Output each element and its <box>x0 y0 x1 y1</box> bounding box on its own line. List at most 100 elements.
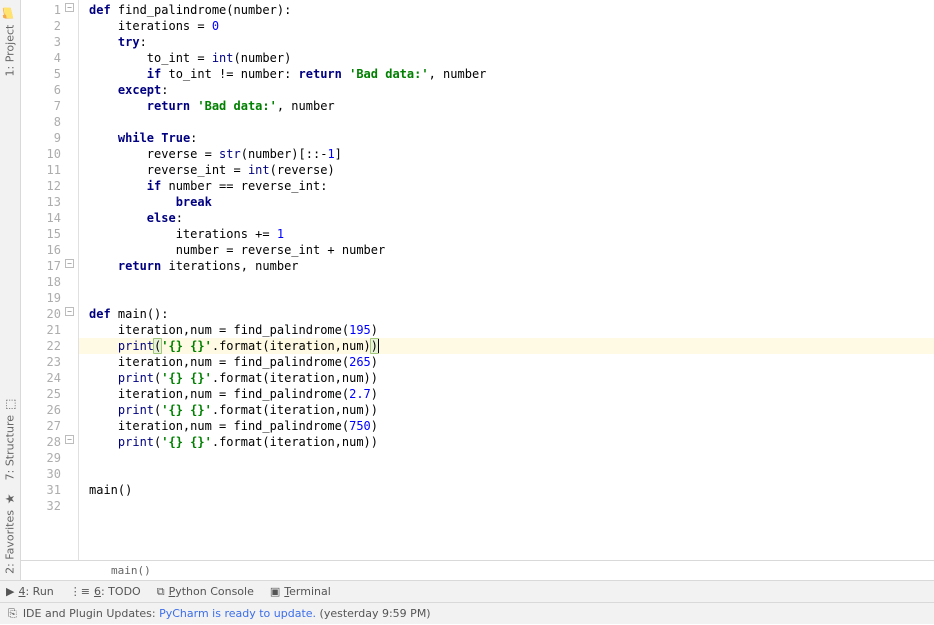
code-editor[interactable]: 1234567891011121314151617181920212223242… <box>21 0 934 560</box>
left-tool-strip: 1: Project 📁 7: Structure ⬚ 2: Favorites… <box>0 0 21 580</box>
line-number[interactable]: 24 <box>27 370 63 386</box>
line-number[interactable]: 14 <box>27 210 63 226</box>
event-log-icon[interactable]: ⎘ <box>8 607 17 621</box>
code-line[interactable]: return iterations, number <box>89 258 934 274</box>
structure-icon: ⬚ <box>3 397 17 411</box>
fold-row <box>65 400 78 416</box>
line-number[interactable]: 30 <box>27 466 63 482</box>
line-number[interactable]: 6 <box>27 82 63 98</box>
line-number[interactable]: 18 <box>27 274 63 290</box>
toolwindow-button[interactable]: ⋮≡6: TODO <box>70 585 141 598</box>
line-number[interactable]: 8 <box>27 114 63 130</box>
toolwindow-icon: ▶ <box>6 585 14 598</box>
code-line[interactable]: if to_int != number: return 'Bad data:',… <box>89 66 934 82</box>
code-line[interactable]: reverse = str(number)[::-1] <box>89 146 934 162</box>
line-number[interactable]: 1 <box>27 2 63 18</box>
fold-row: − <box>65 304 78 320</box>
code-line[interactable] <box>89 290 934 306</box>
fold-column[interactable]: − − − − <box>65 0 79 560</box>
line-number[interactable]: 2 <box>27 18 63 34</box>
code-line[interactable]: iterations += 1 <box>89 226 934 242</box>
line-number[interactable]: 11 <box>27 162 63 178</box>
sidebar-item-favorites[interactable]: 2: Favorites ★ <box>1 486 19 580</box>
token: if <box>147 179 169 193</box>
line-number[interactable]: 7 <box>27 98 63 114</box>
sidebar-item-project[interactable]: 1: Project 📁 <box>1 0 19 83</box>
fold-row <box>65 320 78 336</box>
line-number[interactable]: 13 <box>27 194 63 210</box>
fold-row <box>65 160 78 176</box>
code-line[interactable]: iterations = 0 <box>89 18 934 34</box>
token: while <box>118 131 161 145</box>
breadcrumb[interactable]: main() <box>21 560 934 580</box>
line-number[interactable]: 3 <box>27 34 63 50</box>
token: : <box>140 35 147 49</box>
line-number[interactable]: 26 <box>27 402 63 418</box>
toolwindow-button[interactable]: ▣Terminal <box>270 585 331 598</box>
code-line[interactable]: except: <box>89 82 934 98</box>
code-line[interactable]: def find_palindrome(number): <box>89 2 934 18</box>
fold-row <box>65 112 78 128</box>
line-number[interactable]: 21 <box>27 322 63 338</box>
code-line[interactable]: if number == reverse_int: <box>89 178 934 194</box>
line-number[interactable]: 31 <box>27 482 63 498</box>
code-line[interactable] <box>89 498 934 514</box>
token: iteration,num = find_palindrome( <box>118 355 349 369</box>
toolwindow-button[interactable]: ⧉Python Console <box>157 585 254 599</box>
token: def <box>89 307 118 321</box>
line-number[interactable]: 15 <box>27 226 63 242</box>
code-line[interactable]: while True: <box>89 130 934 146</box>
code-line[interactable]: iteration,num = find_palindrome(750) <box>89 418 934 434</box>
token: .format(iteration,num)) <box>212 371 378 385</box>
line-number[interactable]: 27 <box>27 418 63 434</box>
line-number[interactable]: 5 <box>27 66 63 82</box>
code-line[interactable] <box>89 466 934 482</box>
code-line[interactable]: number = reverse_int + number <box>89 242 934 258</box>
fold-toggle-icon[interactable]: − <box>65 259 74 268</box>
code-line[interactable] <box>89 450 934 466</box>
code-line[interactable]: print('{} {}'.format(iteration,num)) <box>89 370 934 386</box>
fold-row <box>65 416 78 432</box>
code-line[interactable]: main() <box>89 482 934 498</box>
line-number[interactable]: 20 <box>27 306 63 322</box>
line-number[interactable]: 17 <box>27 258 63 274</box>
line-number[interactable]: 25 <box>27 386 63 402</box>
fold-toggle-icon[interactable]: − <box>65 3 74 12</box>
code-line[interactable]: def main(): <box>89 306 934 322</box>
update-link[interactable]: PyCharm is ready to update. <box>159 607 316 620</box>
code-line[interactable]: print('{} {}'.format(iteration,num)) <box>89 402 934 418</box>
line-number[interactable]: 12 <box>27 178 63 194</box>
code-line[interactable]: to_int = int(number) <box>89 50 934 66</box>
line-number[interactable]: 23 <box>27 354 63 370</box>
fold-row <box>65 64 78 80</box>
line-number[interactable]: 32 <box>27 498 63 514</box>
line-number[interactable]: 29 <box>27 450 63 466</box>
line-number-gutter[interactable]: 1234567891011121314151617181920212223242… <box>21 0 65 560</box>
line-number[interactable]: 22 <box>27 338 63 354</box>
toolwindow-button[interactable]: ▶4: Run <box>6 585 54 598</box>
code-line[interactable] <box>89 114 934 130</box>
line-number[interactable]: 10 <box>27 146 63 162</box>
line-number[interactable]: 9 <box>27 130 63 146</box>
line-number[interactable]: 4 <box>27 50 63 66</box>
code-content[interactable]: def find_palindrome(number): iterations … <box>79 0 934 560</box>
token: iterations = <box>118 19 212 33</box>
code-line[interactable]: iteration,num = find_palindrome(265) <box>89 354 934 370</box>
fold-toggle-icon[interactable]: − <box>65 307 74 316</box>
line-number[interactable]: 19 <box>27 290 63 306</box>
sidebar-item-structure[interactable]: 7: Structure ⬚ <box>1 391 19 486</box>
code-line[interactable]: try: <box>89 34 934 50</box>
line-number[interactable]: 16 <box>27 242 63 258</box>
code-line[interactable] <box>89 274 934 290</box>
line-number[interactable]: 28 <box>27 434 63 450</box>
code-line[interactable]: iteration,num = find_palindrome(195) <box>89 322 934 338</box>
code-line[interactable]: return 'Bad data:', number <box>89 98 934 114</box>
code-line[interactable]: iteration,num = find_palindrome(2.7) <box>89 386 934 402</box>
code-line[interactable]: else: <box>89 210 934 226</box>
code-line[interactable]: break <box>89 194 934 210</box>
code-line[interactable]: reverse_int = int(reverse) <box>89 162 934 178</box>
code-line[interactable]: print('{} {}'.format(iteration,num)) <box>89 434 934 450</box>
token: number = reverse_int + number <box>176 243 386 257</box>
token: .format(iteration,num) <box>212 339 371 353</box>
fold-toggle-icon[interactable]: − <box>65 435 74 444</box>
